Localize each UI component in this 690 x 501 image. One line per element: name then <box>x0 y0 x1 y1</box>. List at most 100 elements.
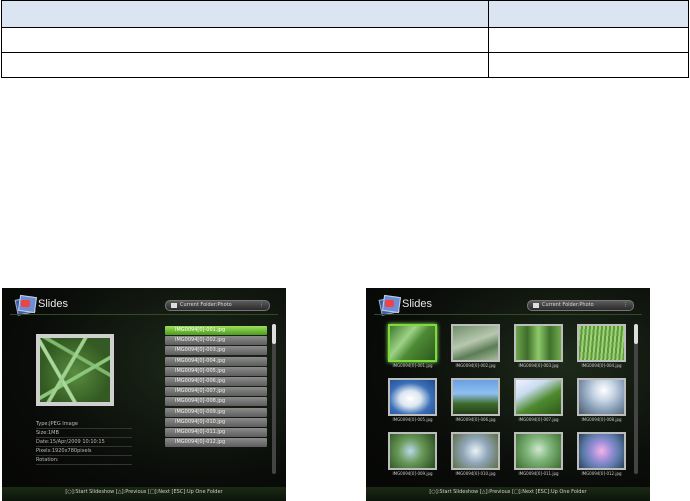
help-text: [○]:Start Slideshow [△]:Previous [□]:Nex… <box>429 489 587 495</box>
current-folder-label: Current Folder:Photo <box>542 302 594 308</box>
thumbnail-frame <box>388 324 437 362</box>
thumbnail-label: IMG0094[0]-011.jpg <box>518 471 559 476</box>
more-icon[interactable]: ⋮ <box>259 301 264 310</box>
table-cell <box>488 52 689 78</box>
thumbnail-frame <box>388 432 437 470</box>
thumbnail-image <box>579 380 624 414</box>
scrollbar[interactable] <box>272 324 276 474</box>
thumbnail-label: IMG0094[0]-007.jpg <box>518 417 559 422</box>
file-list-item[interactable]: IMG0094[0]-011.jpg <box>165 427 267 437</box>
divider <box>374 314 642 315</box>
app-title: Slides <box>402 298 432 310</box>
thumbnail-item[interactable]: IMG0094[0]-001.jpg <box>388 324 437 370</box>
thumbnail-image <box>390 326 435 360</box>
thumbnail-item[interactable]: IMG0094[0]-011.jpg <box>514 432 563 478</box>
thumbnail-item[interactable]: IMG0094[0]-003.jpg <box>514 324 563 370</box>
table-cell <box>488 0 689 28</box>
slides-thumbnail-view-screen: Slides Current Folder:Photo ⋮ IMG0094[0]… <box>366 288 650 501</box>
file-list-item[interactable]: IMG0094[0]-008.jpg <box>165 397 267 407</box>
thumbnail-label: IMG0094[0]-006.jpg <box>455 417 496 422</box>
thumbnail-label: IMG0094[0]-002.jpg <box>455 363 496 368</box>
thumbnail-item[interactable]: IMG0094[0]-010.jpg <box>451 432 500 478</box>
thumbnail-frame <box>577 324 626 362</box>
thumbnail-label: IMG0094[0]-010.jpg <box>455 471 496 476</box>
thumbnail-frame <box>451 324 500 362</box>
thumbnail-item[interactable]: IMG0094[0]-006.jpg <box>451 378 500 424</box>
file-list: IMG0094[0]-001.jpg IMG0094[0]-002.jpg IMG0… <box>165 326 267 448</box>
divider <box>10 314 278 315</box>
table-row <box>1 27 689 53</box>
thumbnail-image <box>516 326 561 360</box>
slides-logo-icon <box>378 294 402 316</box>
file-list-item[interactable]: IMG0094[0]-003.jpg <box>165 346 267 356</box>
current-folder-label: Current Folder:Photo <box>180 302 232 308</box>
table-cell <box>1 27 489 53</box>
file-list-item[interactable]: IMG0094[0]-009.jpg <box>165 407 267 417</box>
file-info-row: Type:JPEG Image <box>36 420 132 429</box>
thumbnail-label: IMG0094[0]-005.jpg <box>392 417 433 422</box>
file-list-item[interactable]: IMG0094[0]-002.jpg <box>165 336 267 346</box>
file-list-item[interactable]: IMG0094[0]-010.jpg <box>165 417 267 427</box>
thumbnail-image <box>579 434 624 468</box>
thumbnail-item[interactable]: IMG0094[0]-004.jpg <box>577 324 626 370</box>
file-list-item[interactable]: IMG0094[0]-001.jpg <box>165 326 267 335</box>
slides-logo-icon <box>14 294 38 316</box>
table-row <box>1 52 689 78</box>
slides-list-view-screen: Slides Current Folder:Photo ⋮ Type:JPEG … <box>2 288 286 501</box>
preview-frame <box>36 334 114 406</box>
file-info-row: Pixels:1920x780pixels <box>36 447 132 456</box>
thumbnail-item[interactable]: IMG0094[0]-007.jpg <box>514 378 563 424</box>
thumbnail-label: IMG0094[0]-001.jpg <box>392 363 433 368</box>
file-list-item[interactable]: IMG0094[0]-012.jpg <box>165 438 267 448</box>
thumbnail-image <box>516 434 561 468</box>
thumbnail-frame <box>514 324 563 362</box>
thumbnail-image <box>453 326 498 360</box>
table-cell <box>488 27 689 53</box>
table-cell <box>1 0 489 28</box>
table-cell <box>1 52 489 78</box>
file-list-item[interactable]: IMG0094[0]-005.jpg <box>165 366 267 376</box>
file-info-row: Date:15/Apr/2009 10:10:15 <box>36 438 132 447</box>
scrollbar-thumb[interactable] <box>634 324 638 344</box>
folder-icon <box>171 303 177 308</box>
scrollbar[interactable] <box>634 324 638 474</box>
thumbnail-image <box>579 326 624 360</box>
info-table <box>1 0 689 78</box>
thumbnail-frame <box>451 378 500 416</box>
file-list-item[interactable]: IMG0094[0]-006.jpg <box>165 376 267 386</box>
file-list-item[interactable]: IMG0094[0]-004.jpg <box>165 356 267 366</box>
thumbnail-item[interactable]: IMG0094[0]-005.jpg <box>388 378 437 424</box>
thumbnail-image <box>453 434 498 468</box>
app-title: Slides <box>38 298 68 310</box>
thumbnail-item[interactable]: IMG0094[0]-012.jpg <box>577 432 626 478</box>
table-header-row <box>1 0 689 28</box>
thumbnail-label: IMG0094[0]-008.jpg <box>581 417 622 422</box>
help-text: [○]:Start Slideshow [△]:Previous [□]:Nex… <box>65 489 223 495</box>
file-info-panel: Type:JPEG Image Size:1MB Date:15/Apr/2009 … <box>36 420 132 465</box>
thumbnail-frame <box>577 378 626 416</box>
file-list-item[interactable]: IMG0094[0]-007.jpg <box>165 387 267 397</box>
current-folder-bar[interactable]: Current Folder:Photo ⋮ <box>165 300 270 311</box>
thumbnail-frame <box>514 432 563 470</box>
thumbnail-item[interactable]: IMG0094[0]-002.jpg <box>451 324 500 370</box>
file-info-row: Rotation: <box>36 456 132 465</box>
thumbnail-image <box>390 434 435 468</box>
thumbnail-item[interactable]: IMG0094[0]-008.jpg <box>577 378 626 424</box>
thumbnail-item[interactable]: IMG0094[0]-009.jpg <box>388 432 437 478</box>
thumbnail-frame <box>577 432 626 470</box>
folder-icon <box>533 303 539 308</box>
thumbnail-label: IMG0094[0]-012.jpg <box>581 471 622 476</box>
thumbnail-frame <box>388 378 437 416</box>
thumbnail-label: IMG0094[0]-009.jpg <box>392 471 433 476</box>
more-icon[interactable]: ⋮ <box>623 301 628 310</box>
thumbnail-label: IMG0094[0]-004.jpg <box>581 363 622 368</box>
thumbnail-label: IMG0094[0]-003.jpg <box>518 363 559 368</box>
file-info-row: Size:1MB <box>36 429 132 438</box>
thumbnail-image <box>390 380 435 414</box>
scrollbar-thumb[interactable] <box>272 324 276 344</box>
thumbnail-image <box>516 380 561 414</box>
thumbnail-frame <box>514 378 563 416</box>
thumbnail-image <box>453 380 498 414</box>
current-folder-bar[interactable]: Current Folder:Photo ⋮ <box>527 300 634 311</box>
preview-image <box>40 338 110 402</box>
